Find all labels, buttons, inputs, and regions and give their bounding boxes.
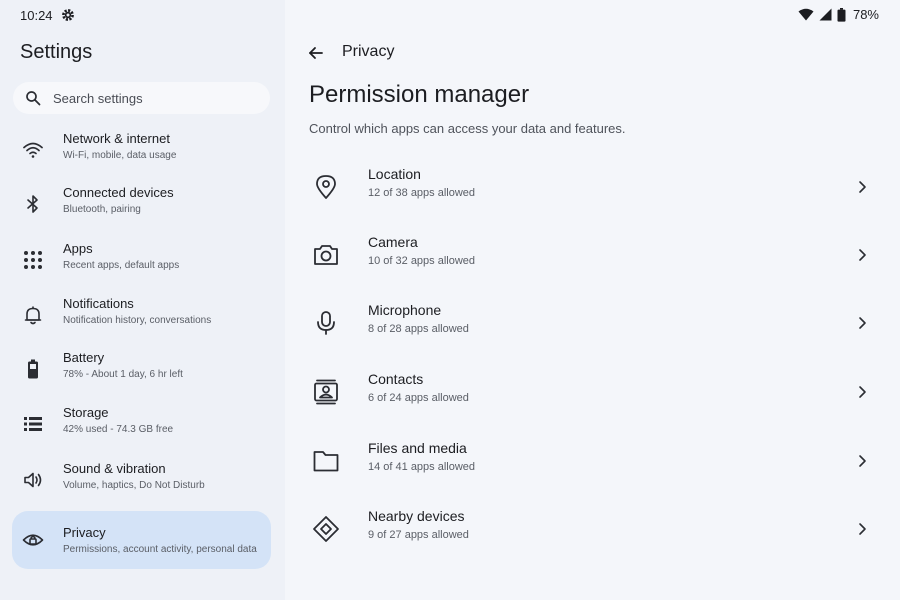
wifi-icon	[22, 139, 44, 161]
permission-label: Contacts	[368, 371, 424, 387]
permission-count: 12 of 38 apps allowed	[368, 187, 476, 199]
chevron-right-icon	[854, 453, 870, 469]
breadcrumb: Privacy	[342, 43, 395, 60]
sidebar-item-storage[interactable]: Storage 42% used - 74.3 GB free	[12, 396, 271, 452]
sidebar-item-sub: Recent apps, default apps	[63, 260, 180, 271]
battery-icon	[837, 7, 846, 22]
permission-label: Camera	[368, 234, 418, 250]
storage-list-icon	[22, 413, 44, 435]
location-pin-icon	[312, 173, 340, 201]
sidebar-item-sub: Wi-Fi, mobile, data usage	[63, 150, 177, 161]
gear-icon	[61, 8, 75, 22]
settings-title: Settings	[20, 41, 93, 63]
sidebar-item-apps[interactable]: Apps Recent apps, default apps	[12, 232, 271, 288]
apps-grid-icon	[22, 249, 44, 271]
contacts-icon	[312, 378, 340, 406]
sidebar-item-label: Storage	[63, 405, 109, 420]
sidebar-item-notifications[interactable]: Notifications Notification history, conv…	[12, 287, 271, 343]
battery-percent: 78%	[852, 7, 879, 22]
sidebar-item-label: Sound & vibration	[63, 461, 166, 476]
wifi-icon	[798, 8, 814, 21]
microphone-icon	[312, 309, 340, 337]
chevron-right-icon	[854, 315, 870, 331]
sidebar-item-sub: Volume, haptics, Do Not Disturb	[63, 480, 205, 491]
sidebar-item-label: Battery	[63, 350, 105, 365]
sidebar-item-sub: Permissions, account activity, personal …	[63, 544, 257, 555]
sidebar-item-label: Privacy	[63, 525, 106, 540]
search-icon	[25, 90, 41, 106]
permission-count: 10 of 32 apps allowed	[368, 255, 476, 267]
signal-icon	[819, 8, 832, 21]
permission-count: 14 of 41 apps allowed	[368, 461, 476, 473]
permission-count: 9 of 27 apps allowed	[368, 529, 469, 541]
permission-label: Files and media	[368, 440, 467, 456]
chevron-right-icon	[854, 521, 870, 537]
sidebar-item-sub: Notification history, conversations	[63, 315, 212, 326]
sidebar-item-label: Network & internet	[63, 131, 170, 146]
sidebar-item-sub: Bluetooth, pairing	[63, 204, 141, 215]
permission-label: Nearby devices	[368, 508, 465, 524]
privacy-eye-lock-icon	[22, 529, 44, 551]
page-title: Permission manager	[309, 81, 530, 108]
back-arrow-icon[interactable]	[307, 44, 325, 62]
chevron-right-icon	[854, 247, 870, 263]
permission-manager-pane: Privacy Permission manager Control which…	[285, 0, 900, 600]
permission-label: Location	[368, 166, 421, 182]
permission-item-microphone[interactable]: Microphone 8 of 28 apps allowed	[302, 293, 882, 353]
folder-icon	[312, 447, 340, 475]
sidebar-item-label: Notifications	[63, 296, 134, 311]
sidebar-item-battery[interactable]: Battery 78% - About 1 day, 6 hr left	[12, 341, 271, 397]
nearby-devices-icon	[312, 515, 340, 543]
sidebar-item-sub: 42% used - 74.3 GB free	[63, 424, 174, 435]
search-input[interactable]: Search settings	[13, 82, 270, 114]
search-placeholder: Search settings	[53, 91, 143, 106]
sidebar-item-sound[interactable]: Sound & vibration Volume, haptics, Do No…	[12, 452, 271, 508]
sidebar-item-label: Connected devices	[63, 185, 174, 200]
chevron-right-icon	[854, 384, 870, 400]
bluetooth-icon	[22, 193, 44, 215]
permission-item-nearby-devices[interactable]: Nearby devices 9 of 27 apps allowed	[302, 499, 882, 559]
sidebar-item-sub: 78% - About 1 day, 6 hr left	[63, 369, 183, 380]
status-bar: 10:24 78%	[0, 0, 900, 32]
permission-item-camera[interactable]: Camera 10 of 32 apps allowed	[302, 225, 882, 285]
permission-label: Microphone	[368, 302, 442, 318]
sidebar-item-connected-devices[interactable]: Connected devices Bluetooth, pairing	[12, 176, 271, 232]
permission-item-contacts[interactable]: Contacts 6 of 24 apps allowed	[302, 362, 882, 422]
chevron-right-icon	[854, 179, 870, 195]
speaker-icon	[22, 469, 44, 491]
sidebar-item-label: Apps	[63, 241, 93, 256]
permission-item-files-media[interactable]: Files and media 14 of 41 apps allowed	[302, 431, 882, 491]
sidebar-item-privacy[interactable]: Privacy Permissions, account activity, p…	[12, 511, 271, 569]
bell-icon	[22, 304, 44, 326]
settings-sidebar: Settings Search settings Network & inter…	[0, 0, 285, 600]
status-time: 10:24	[20, 8, 53, 23]
page-description: Control which apps can access your data …	[309, 121, 626, 136]
permission-count: 8 of 28 apps allowed	[368, 323, 469, 335]
permission-count: 6 of 24 apps allowed	[368, 392, 469, 404]
battery-icon	[22, 358, 44, 380]
permission-item-location[interactable]: Location 12 of 38 apps allowed	[302, 157, 882, 217]
status-indicators: 78%	[798, 7, 879, 22]
sidebar-item-network[interactable]: Network & internet Wi-Fi, mobile, data u…	[12, 122, 271, 178]
camera-icon	[312, 241, 340, 269]
